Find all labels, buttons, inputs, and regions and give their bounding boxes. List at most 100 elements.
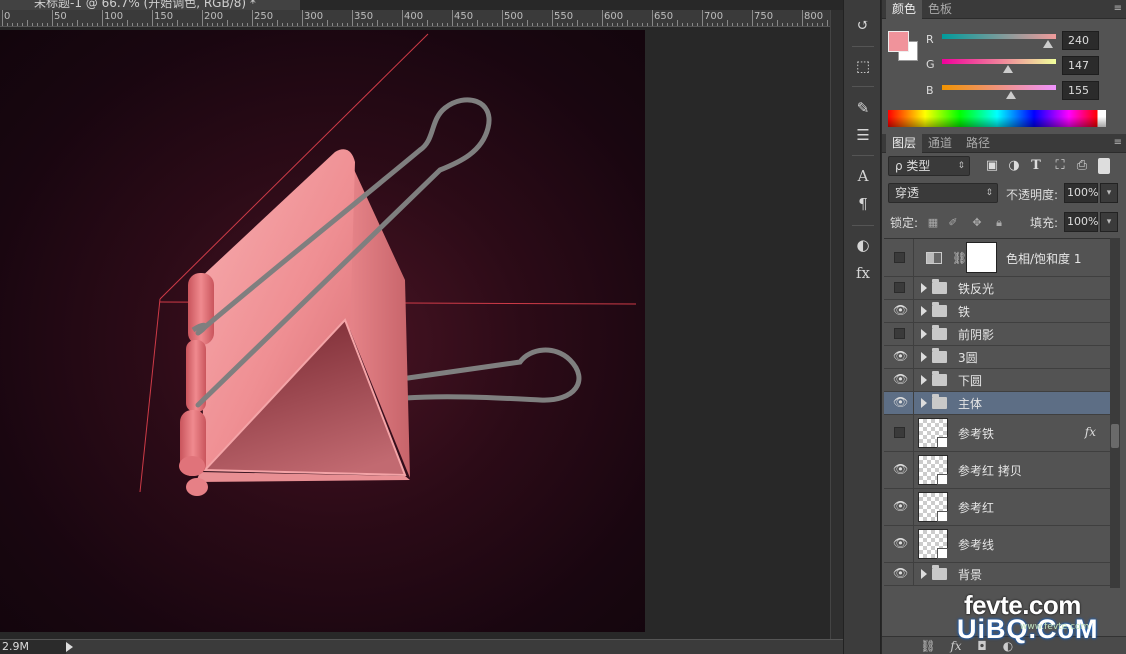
ruler-tick bbox=[697, 23, 698, 26]
visibility-toggle[interactable] bbox=[884, 277, 914, 299]
visibility-toggle[interactable] bbox=[884, 415, 914, 451]
tab-swatches[interactable]: 色板 bbox=[922, 0, 958, 19]
layer-row[interactable]: 👁︎ 背景 bbox=[884, 563, 1110, 586]
ruler-tick bbox=[607, 23, 608, 26]
channel-b-slider[interactable] bbox=[942, 85, 1056, 90]
smart-object-badge-icon bbox=[937, 437, 948, 448]
filter-shape-icon[interactable]: ⛶ bbox=[1052, 158, 1068, 174]
expand-arrow-icon[interactable] bbox=[921, 375, 927, 385]
filter-type-icon[interactable]: T bbox=[1028, 158, 1044, 174]
filter-adjustment-icon[interactable]: ◑ bbox=[1006, 158, 1022, 174]
status-menu-arrow-icon[interactable] bbox=[66, 642, 73, 652]
visibility-toggle[interactable]: 👁︎ bbox=[884, 392, 914, 414]
filter-pixel-icon[interactable]: ▣ bbox=[984, 158, 1000, 174]
color-panel-menu-icon[interactable]: ≡ bbox=[1114, 3, 1122, 14]
brush-presets-icon[interactable]: ✎ bbox=[851, 97, 875, 119]
layer-thumbnail[interactable] bbox=[918, 418, 948, 448]
channel-r-input[interactable]: 240 bbox=[1062, 31, 1099, 50]
layer-row[interactable]: 👁︎ 参考红 拷贝 bbox=[884, 452, 1110, 489]
layer-row[interactable]: 👁︎ 下圆 bbox=[884, 369, 1110, 392]
paragraph-icon[interactable]: ¶ bbox=[851, 193, 875, 215]
character-icon[interactable]: A bbox=[851, 165, 875, 187]
layer-filter-select[interactable]: ρ 类型 ⇕ bbox=[888, 156, 970, 176]
layer-row[interactable]: 前阴影 bbox=[884, 323, 1110, 346]
channel-g-slider[interactable] bbox=[942, 59, 1056, 64]
visibility-toggle[interactable]: 👁︎ bbox=[884, 526, 914, 562]
filter-toggle-icon[interactable] bbox=[1098, 158, 1110, 174]
channel-g-thumb[interactable] bbox=[1003, 65, 1013, 73]
channel-b-input[interactable]: 155 bbox=[1062, 81, 1099, 100]
tab-paths[interactable]: 路径 bbox=[960, 134, 996, 153]
visibility-toggle[interactable] bbox=[884, 323, 914, 345]
layer-thumbnail[interactable] bbox=[918, 529, 948, 559]
opacity-input[interactable]: 100% bbox=[1064, 183, 1098, 203]
lock-brush-icon[interactable]: ✐ bbox=[946, 216, 960, 230]
layer-row[interactable]: 👁︎ 参考线 bbox=[884, 526, 1110, 563]
color-spectrum-ramp[interactable] bbox=[888, 110, 1106, 127]
fill-input[interactable]: 100% bbox=[1064, 212, 1098, 232]
tab-channels[interactable]: 通道 bbox=[922, 134, 958, 153]
ruler-tick bbox=[192, 23, 193, 26]
layer-row[interactable]: 铁反光 bbox=[884, 277, 1110, 300]
document-tab[interactable]: 未标题-1 @ 66.7% (开始调色, RGB/8) * bbox=[0, 0, 300, 10]
ruler-tick bbox=[467, 23, 468, 26]
layer-row[interactable]: 👁︎ 参考红 bbox=[884, 489, 1110, 526]
expand-arrow-icon[interactable] bbox=[921, 352, 927, 362]
opacity-dropdown-icon[interactable]: ▾ bbox=[1100, 183, 1118, 203]
expand-arrow-icon[interactable] bbox=[921, 569, 927, 579]
visibility-toggle[interactable]: 👁︎ bbox=[884, 369, 914, 391]
lock-position-icon[interactable]: ✥ bbox=[970, 216, 984, 230]
layer-mask-thumbnail[interactable] bbox=[966, 242, 997, 273]
filter-smartobject-icon[interactable]: ⎙ bbox=[1074, 158, 1090, 174]
ruler-tick bbox=[157, 23, 158, 26]
expand-arrow-icon[interactable] bbox=[921, 329, 927, 339]
lock-all-icon[interactable]: 🔒︎ bbox=[992, 216, 1006, 230]
visibility-toggle[interactable] bbox=[884, 239, 914, 276]
channel-b-thumb[interactable] bbox=[1006, 91, 1016, 99]
visibility-toggle[interactable]: 👁︎ bbox=[884, 346, 914, 368]
visibility-toggle[interactable]: 👁︎ bbox=[884, 452, 914, 488]
layer-thumbnail[interactable] bbox=[918, 492, 948, 522]
expand-arrow-icon[interactable] bbox=[921, 398, 927, 408]
visibility-toggle[interactable]: 👁︎ bbox=[884, 300, 914, 322]
vertical-scrollbar[interactable] bbox=[830, 10, 843, 640]
channel-g-input[interactable]: 147 bbox=[1062, 56, 1099, 75]
foreground-color-swatch[interactable] bbox=[888, 31, 909, 52]
layers-scrollbar-thumb[interactable] bbox=[1111, 424, 1119, 448]
layer-thumbnail[interactable] bbox=[918, 455, 948, 485]
ruler-tick bbox=[362, 23, 363, 26]
dock-divider bbox=[852, 155, 874, 156]
adjust-icon[interactable]: ☰ bbox=[851, 124, 875, 146]
ruler-tick bbox=[647, 23, 648, 26]
blend-mode-select[interactable]: 穿透 ⇕ bbox=[888, 183, 998, 203]
lock-transparent-icon[interactable]: ▦ bbox=[926, 216, 940, 230]
layer-row[interactable]: ⛓ 色相/饱和度 1 bbox=[884, 239, 1110, 277]
layer-row[interactable]: 👁︎ 3圆 bbox=[884, 346, 1110, 369]
ruler-tick bbox=[12, 23, 13, 26]
tab-layers[interactable]: 图层 bbox=[886, 134, 923, 153]
layers-scrollbar[interactable] bbox=[1110, 238, 1120, 588]
fill-dropdown-icon[interactable]: ▾ bbox=[1100, 212, 1118, 232]
chain-icon[interactable]: ⛓ bbox=[952, 251, 967, 265]
3d-icon[interactable]: ⬚ bbox=[851, 55, 875, 77]
layer-effects-icon[interactable]: fx bbox=[1085, 425, 1096, 439]
canvas[interactable] bbox=[0, 30, 645, 632]
adjustments-icon[interactable]: ◐ bbox=[851, 234, 875, 256]
layer-row[interactable]: 👁︎ 主体 bbox=[884, 392, 1110, 415]
horizontal-ruler[interactable]: 0 50 100 150 200 250 300 350 400 450 500 550 600 650 7… bbox=[0, 10, 830, 27]
ruler-tick bbox=[592, 23, 593, 26]
layers-panel-menu-icon[interactable]: ≡ bbox=[1114, 137, 1122, 148]
link-layers-icon[interactable]: ⛓ bbox=[920, 638, 936, 654]
ruler-tick bbox=[227, 20, 228, 26]
channel-r-slider[interactable] bbox=[942, 34, 1056, 39]
layer-row[interactable]: 👁︎ 铁 bbox=[884, 300, 1110, 323]
styles-icon[interactable]: fx bbox=[851, 262, 875, 284]
expand-arrow-icon[interactable] bbox=[921, 306, 927, 316]
channel-r-thumb[interactable] bbox=[1043, 40, 1053, 48]
visibility-toggle[interactable]: 👁︎ bbox=[884, 489, 914, 525]
layer-row[interactable]: 参考铁 fx bbox=[884, 415, 1110, 452]
visibility-toggle[interactable]: 👁︎ bbox=[884, 563, 914, 585]
tab-color[interactable]: 颜色 bbox=[886, 0, 923, 19]
history-icon[interactable]: ↺ bbox=[851, 14, 875, 36]
expand-arrow-icon[interactable] bbox=[921, 283, 927, 293]
